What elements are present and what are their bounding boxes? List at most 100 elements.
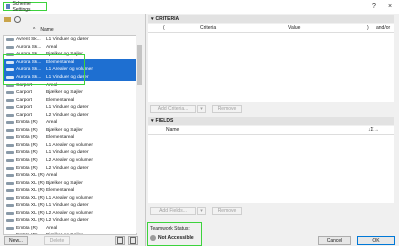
- export-icon: [130, 237, 136, 244]
- remove-criteria-button[interactable]: Remove: [212, 105, 242, 113]
- scheme-icon: [6, 204, 14, 208]
- criteria-section-header[interactable]: ▾ CRITERIA: [148, 15, 394, 23]
- fields-section-header[interactable]: ▾ FIELDS: [148, 117, 394, 125]
- add-fields-dropdown[interactable]: ▾: [197, 207, 206, 215]
- teamwork-label: Teamwork Status:: [150, 226, 190, 232]
- sort-icon[interactable]: ↓Σ→: [368, 127, 379, 133]
- chevron-down-icon: ▾: [200, 106, 203, 112]
- list-item[interactable]: Embla XL (R) L1 Arealer og volumer: [4, 194, 136, 202]
- list-item[interactable]: Aurora Sk... Areal: [4, 44, 136, 52]
- col-and-or: and/or: [376, 25, 391, 31]
- delete-button[interactable]: Delete: [44, 236, 70, 245]
- list-item[interactable]: Carport L1 Vinduer og dører: [4, 104, 136, 112]
- scheme-icon: [6, 45, 14, 49]
- list-item-group: Carport: [16, 90, 32, 96]
- add-fields-button[interactable]: Add Fields...: [150, 207, 196, 215]
- collapse-icon[interactable]: ▾: [151, 118, 154, 124]
- list-item-group: Carport: [16, 97, 32, 103]
- import-button[interactable]: [115, 236, 125, 245]
- criteria-grid-header: ( Criteria Value ) and/or: [148, 24, 394, 33]
- list-item-name: Elementareal: [46, 188, 75, 194]
- scheme-icon: [6, 38, 14, 42]
- col-value: Value: [288, 25, 301, 31]
- scheme-icon: [6, 219, 14, 223]
- scheme-icon: [6, 121, 14, 125]
- scheme-icon: [6, 196, 14, 200]
- list-item[interactable]: Embla (R) L1 Arealer og volumer: [4, 142, 136, 150]
- list-item-group: Embla XL (R): [16, 173, 45, 179]
- list-item-name: L1 Vinduer og dører: [46, 105, 89, 111]
- list-item-name: L1 Vinduer og dører: [46, 37, 89, 43]
- list-item[interactable]: Embla (R) Areal: [4, 225, 136, 233]
- help-button[interactable]: ?: [372, 2, 376, 11]
- list-item-name: Areal: [46, 44, 58, 50]
- list-item[interactable]: Embla (R) Areal: [4, 119, 136, 127]
- list-item[interactable]: Embla XL (R) Elementareal: [4, 187, 136, 195]
- list-item[interactable]: Carport L2 Vinduer og dører: [4, 111, 136, 119]
- list-item-name: Elementareal: [46, 135, 75, 141]
- list-item-group: Embla (R): [16, 225, 38, 231]
- list-item-name: L1 Vinduer og dører: [46, 203, 89, 209]
- list-item-group: Embla XL (R): [16, 203, 45, 209]
- list-item-group: Embla (R): [16, 120, 38, 126]
- search-icon[interactable]: [14, 16, 21, 23]
- add-criteria-dropdown[interactable]: ▾: [197, 105, 206, 113]
- list-item[interactable]: Embla (R)Bjælker og Søjler: [4, 232, 136, 235]
- list-item[interactable]: Embla XL (R) Bjælker og Søjler: [4, 179, 136, 187]
- collapse-icon[interactable]: ▾: [151, 16, 154, 22]
- scheme-icon: [6, 159, 14, 163]
- fields-grid-header: Name ↓Σ→: [148, 126, 394, 135]
- scheme-icon: [6, 174, 14, 178]
- column-name[interactable]: Name: [40, 27, 53, 33]
- list-scrollbar[interactable]: [136, 35, 143, 233]
- teamwork-status-text: Not Accessible: [158, 235, 194, 241]
- list-item-group: Embla (R): [16, 165, 38, 171]
- scheme-icon: [6, 181, 14, 185]
- list-item-group: Carport: [16, 112, 32, 118]
- list-item[interactable]: Embla XL (R) L2 Vinduer og dører: [4, 217, 136, 225]
- list-item-group: Embla (R): [16, 150, 38, 156]
- scheme-icon: [6, 128, 14, 132]
- list-item-name: Elementareal: [46, 97, 75, 103]
- col-criteria: Criteria: [200, 25, 217, 31]
- new-button[interactable]: New...: [4, 236, 28, 245]
- app-icon: [6, 4, 11, 9]
- list-item[interactable]: Embla XL (R) L2 Arealer og volumer: [4, 210, 136, 218]
- list-item-group: Embla (R): [16, 127, 38, 133]
- selection-highlight: [3, 54, 85, 85]
- list-item[interactable]: Carport Elementareal: [4, 96, 136, 104]
- cancel-button[interactable]: Cancel: [318, 236, 351, 245]
- list-item-name: Bjælker og Søjler: [46, 90, 83, 96]
- list-item[interactable]: Embla (R)Bjælker og Søjler: [4, 127, 136, 135]
- list-item-name: L2 Arealer og volumer: [46, 210, 93, 216]
- list-item-group: Embla (R): [16, 135, 38, 141]
- list-item-group: Carport: [16, 105, 32, 111]
- ok-button[interactable]: OK: [357, 236, 395, 245]
- list-item-name: Areal: [46, 173, 58, 179]
- close-button[interactable]: ×: [388, 2, 392, 11]
- scheme-icon: [6, 234, 14, 235]
- list-item-group: Embla (R): [16, 158, 38, 164]
- sort-indicator[interactable]: ^: [33, 27, 35, 33]
- scheme-icon: [6, 226, 14, 230]
- list-item[interactable]: Embla XL (R) L1 Vinduer og dører: [4, 202, 136, 210]
- list-item-name: L2 Arealer og volumer: [46, 158, 93, 164]
- remove-fields-button[interactable]: Remove: [212, 207, 242, 215]
- export-button[interactable]: [128, 236, 138, 245]
- list-item[interactable]: Embla (R) L2 Arealer og volumer: [4, 157, 136, 165]
- fields-grid[interactable]: [148, 135, 394, 203]
- list-item[interactable]: Carport Bjælker og Søjler: [4, 89, 136, 97]
- list-item-name: Bjælker og Søjler: [46, 233, 136, 234]
- criteria-grid[interactable]: [148, 33, 394, 102]
- list-item-name: L1 Vinduer og dører: [46, 150, 89, 156]
- list-item-name: L1 Arealer og volumer: [46, 142, 93, 148]
- list-item[interactable]: Embla XL (R) Areal: [4, 172, 136, 180]
- add-criteria-button[interactable]: Add Criteria...: [150, 105, 196, 113]
- list-item[interactable]: Avrent Sk... L1 Vinduer og dører: [4, 36, 136, 44]
- list-item-name: Areal: [46, 225, 58, 231]
- list-item[interactable]: Embla (R) L1 Vinduer og dører: [4, 149, 136, 157]
- list-item[interactable]: Embla (R) Elementareal: [4, 134, 136, 142]
- list-item[interactable]: Embla (R) L2 Vinduer og dører: [4, 164, 136, 172]
- folder-icon[interactable]: [4, 17, 11, 22]
- scheme-icon: [6, 189, 14, 193]
